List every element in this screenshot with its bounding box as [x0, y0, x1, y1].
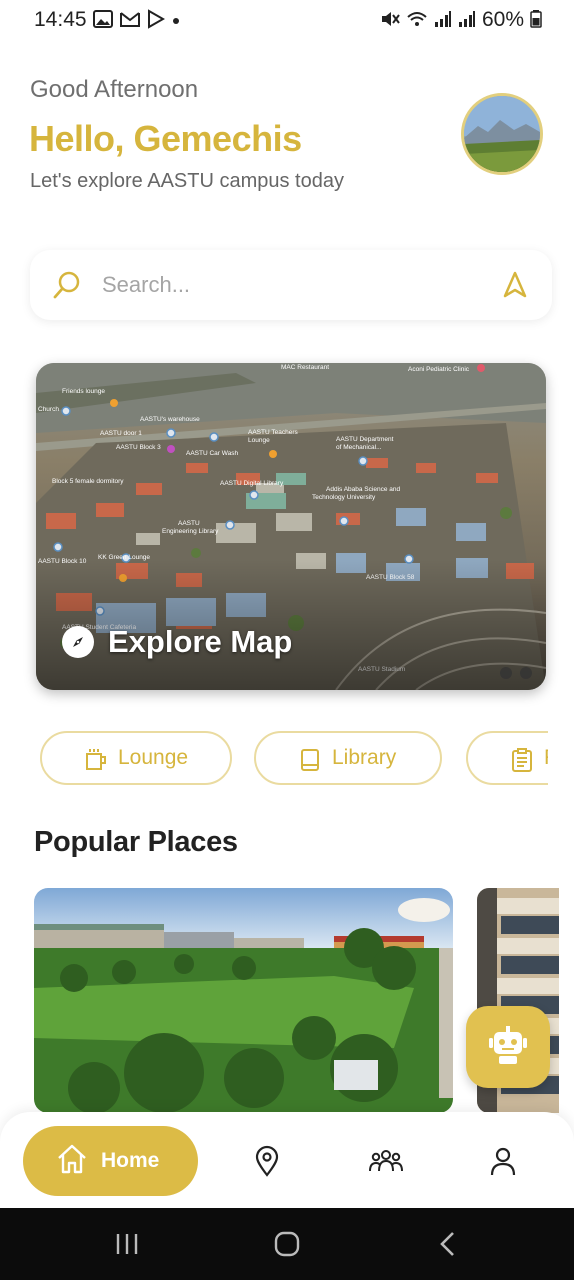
battery-icon	[530, 9, 542, 31]
navigation-arrow-icon[interactable]	[500, 270, 530, 300]
signal-icon	[434, 10, 452, 31]
popular-place-card[interactable]	[34, 888, 453, 1113]
status-left: 14:45	[34, 8, 181, 32]
nav-home-label: Home	[101, 1149, 160, 1172]
chip-lounge-label: Lounge	[118, 746, 189, 769]
back-icon[interactable]	[436, 1230, 460, 1263]
community-icon[interactable]	[368, 1144, 403, 1178]
compass-icon	[62, 626, 94, 658]
chip-lounge[interactable]: Lounge	[40, 731, 232, 785]
search-icon[interactable]	[52, 270, 82, 300]
play-store-icon	[147, 8, 165, 32]
book-icon	[298, 747, 322, 773]
category-chips: Lounge Library R	[40, 731, 548, 787]
recent-apps-icon[interactable]	[114, 1230, 140, 1263]
home-system-icon[interactable]	[273, 1230, 301, 1263]
search-input[interactable]	[102, 272, 500, 298]
robot-icon	[486, 1023, 530, 1072]
avatar[interactable]	[461, 93, 543, 175]
status-time: 14:45	[34, 8, 87, 31]
explore-map-text: Explore Map	[108, 624, 293, 659]
gmail-icon	[119, 10, 141, 31]
battery-percent: 60%	[481, 8, 524, 31]
greeting-title: Hello, Gemechis	[29, 118, 302, 159]
chip-library-label: Library	[332, 746, 397, 769]
profile-icon[interactable]	[486, 1144, 520, 1178]
dot-icon	[171, 11, 181, 29]
popular-places-title: Popular Places	[34, 826, 238, 858]
explore-map-card[interactable]: MAC Restaurant Aconi Pediatric Clinic Fr…	[36, 363, 546, 690]
signal-icon	[458, 10, 476, 31]
search-bar[interactable]	[30, 250, 552, 320]
mute-icon	[380, 10, 400, 31]
greeting-subtitle: Good Afternoon	[30, 76, 199, 103]
greeting-description: Let's explore AASTU campus today	[30, 170, 344, 192]
chip-library[interactable]: Library	[254, 731, 442, 785]
status-bar: 14:45 60%	[0, 0, 574, 40]
gallery-icon	[92, 9, 113, 31]
home-icon	[55, 1142, 89, 1181]
system-navigation-bar	[0, 1208, 574, 1280]
chatbot-button[interactable]	[466, 1006, 550, 1088]
wifi-icon	[406, 10, 428, 31]
campus-photo	[34, 888, 453, 1113]
bottom-navigation: Home	[0, 1112, 574, 1208]
chip-partial[interactable]: R	[466, 731, 548, 785]
chip-partial-label: R	[544, 746, 548, 770]
cup-icon	[84, 747, 108, 773]
clipboard-icon	[510, 747, 534, 773]
explore-map-label[interactable]: Explore Map	[62, 624, 292, 660]
location-pin-icon[interactable]	[250, 1144, 284, 1178]
nav-home[interactable]: Home	[23, 1126, 198, 1196]
status-right: 60%	[380, 8, 542, 32]
